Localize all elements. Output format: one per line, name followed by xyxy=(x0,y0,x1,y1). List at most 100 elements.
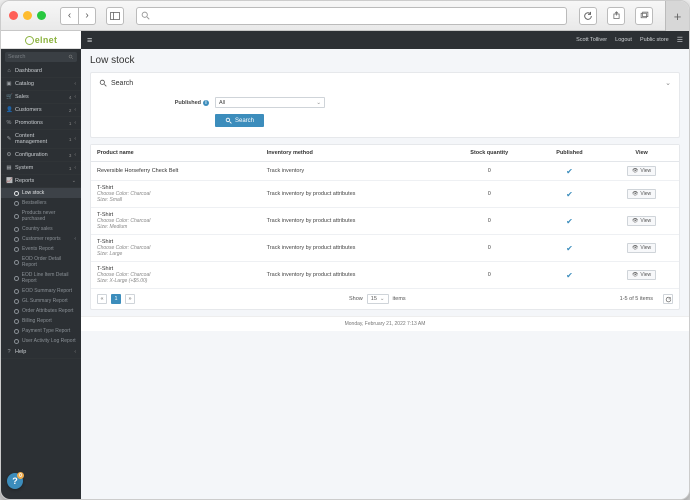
new-tab-button[interactable]: + xyxy=(665,1,689,31)
address-bar[interactable] xyxy=(136,7,567,25)
help-icon: ? xyxy=(6,349,12,355)
search-form: Publishedi All ⌄ Search xyxy=(91,93,679,137)
search-icon xyxy=(225,117,232,124)
sidebar-sub-eod-line-item-detail-report[interactable]: EOD Line Item Detail Report xyxy=(1,270,81,286)
search-button[interactable]: Search xyxy=(215,114,264,127)
sidebar-sub-country-sales[interactable]: Country sales xyxy=(1,224,81,234)
sidebar-item-reports[interactable]: 📈Reports⌄ xyxy=(1,175,81,188)
sidebar-sub-gl-summary-report[interactable]: GL Summary Report xyxy=(1,296,81,306)
sidebar-sub-label: Order Attributes Report xyxy=(22,308,73,314)
window-controls xyxy=(9,11,46,20)
sidebar-sub-label: Payment Type Report xyxy=(22,328,70,334)
col-stock-quantity: Stock quantity xyxy=(444,145,535,162)
reload-button[interactable] xyxy=(579,7,597,25)
bullet-icon xyxy=(14,276,19,281)
sidebar-item-configuration[interactable]: ⚙Configuration3‹ xyxy=(1,149,81,162)
menu-toggle-icon[interactable]: ≡ xyxy=(87,35,92,45)
sidebar-sub-eod-summary-report[interactable]: EOD Summary Report xyxy=(1,286,81,296)
cell-product: Reversible Horseferry Check Belt xyxy=(91,162,261,181)
sidebar-sub-label: Low stock xyxy=(22,190,44,196)
sidebar-item-help[interactable]: ? Help ‹ xyxy=(1,346,81,359)
chevron-down-icon: ⌄ xyxy=(316,100,321,106)
view-button[interactable]: 👁 View xyxy=(627,166,656,176)
minimize-window[interactable] xyxy=(23,11,32,20)
sidebar-item-content-management[interactable]: ✎Content management1‹ xyxy=(1,130,81,149)
topbar-logout[interactable]: Logout xyxy=(615,37,632,43)
sidebar-item-label: Promotions xyxy=(15,120,66,126)
forward-button[interactable]: › xyxy=(78,7,96,25)
sidebar-toggle-button[interactable] xyxy=(106,7,124,25)
bullet-icon xyxy=(14,260,19,265)
sidebar-item-label: Customers xyxy=(15,107,66,113)
cell-view: 👁 View xyxy=(604,235,679,262)
help-bubble[interactable]: ? 0 xyxy=(7,473,23,489)
chevron-left-icon: ‹ xyxy=(74,81,76,87)
sidebar-item-system[interactable]: ▦System1‹ xyxy=(1,162,81,175)
sidebar-sub-payment-type-report[interactable]: Payment Type Report xyxy=(1,326,81,336)
sidebar-item-sales[interactable]: 🛒Sales4‹ xyxy=(1,91,81,104)
chevron-left-icon: ‹ xyxy=(74,152,76,158)
sidebar-item-label: Dashboard xyxy=(15,68,76,74)
cell-published: ✔ xyxy=(535,181,605,208)
sidebar-item-catalog[interactable]: ▣Catalog‹ xyxy=(1,78,81,91)
page-size-select[interactable]: 15 ⌄ xyxy=(367,294,389,304)
view-button[interactable]: 👁 View xyxy=(627,270,656,280)
view-button[interactable]: 👁 View xyxy=(627,216,656,226)
cell-product: T-ShirtChoose Color: CharcoalSize: Large xyxy=(91,235,261,262)
cell-view: 👁 View xyxy=(604,262,679,289)
chevron-down-icon: ⌄ xyxy=(665,79,671,87)
tabs-button[interactable] xyxy=(635,7,653,25)
back-button[interactable]: ‹ xyxy=(60,7,78,25)
topbar-settings-icon[interactable]: ☰ xyxy=(677,36,683,44)
nav-icon: ⚙ xyxy=(6,152,12,158)
col-published: Published xyxy=(535,145,605,162)
eye-icon: 👁 xyxy=(632,218,638,224)
sidebar-item-label: Reports xyxy=(15,178,69,184)
sidebar-sub-events-report[interactable]: Events Report xyxy=(1,244,81,254)
published-select[interactable]: All ⌄ xyxy=(215,97,325,108)
search-card-header[interactable]: Search ⌄ xyxy=(91,73,679,93)
main: ≡ Scott Tolliver Logout Public store ☰ L… xyxy=(81,31,689,499)
maximize-window[interactable] xyxy=(37,11,46,20)
show-label: Show xyxy=(349,296,363,302)
chevron-left-icon: ‹ xyxy=(74,120,76,126)
sidebar-sub-label: Customer reports xyxy=(22,236,61,242)
sidebar-sub-customer-reports[interactable]: Customer reports‹ xyxy=(1,234,81,244)
eye-icon: 👁 xyxy=(632,272,638,278)
cell-qty: 0 xyxy=(444,162,535,181)
sidebar-sub-billing-report[interactable]: Billing Report xyxy=(1,316,81,326)
chevron-down-icon: ⌄ xyxy=(380,296,385,302)
chevron-left-icon: ‹ xyxy=(74,94,76,100)
page-1[interactable]: 1 xyxy=(111,294,121,304)
browser-toolbar: ‹ › + xyxy=(1,1,689,31)
table-row: T-ShirtChoose Color: CharcoalSize: X-Lar… xyxy=(91,262,679,289)
sidebar-sub-bestsellers[interactable]: Bestsellers xyxy=(1,198,81,208)
sidebar-sub-products-never-purchased[interactable]: Products never purchased xyxy=(1,208,81,224)
info-icon[interactable]: i xyxy=(203,100,209,106)
sidebar-sub-label: Products never purchased xyxy=(22,210,76,222)
topbar-user[interactable]: Scott Tolliver xyxy=(576,37,607,43)
page-prev[interactable]: « xyxy=(97,294,107,304)
page-title: Low stock xyxy=(81,49,689,72)
view-button[interactable]: 👁 View xyxy=(627,243,656,253)
sidebar-item-promotions[interactable]: %Promotions1‹ xyxy=(1,117,81,130)
page-next[interactable]: » xyxy=(125,294,135,304)
chevron-left-icon: ‹ xyxy=(74,107,76,113)
share-button[interactable] xyxy=(607,7,625,25)
sidebar-sub-user-activity-log-report[interactable]: User Activity Log Report xyxy=(1,336,81,346)
refresh-button[interactable] xyxy=(663,294,673,304)
sidebar-item-customers[interactable]: 👤Customers2‹ xyxy=(1,104,81,117)
sidebar-sub-low-stock[interactable]: Low stock xyxy=(1,188,81,198)
app: elnet Search ⌂Dashboard▣Catalog‹🛒Sales4‹… xyxy=(1,31,689,499)
bullet-icon xyxy=(14,247,19,252)
brand-logo: elnet xyxy=(1,31,81,49)
sidebar-sub-order-attributes-report[interactable]: Order Attributes Report xyxy=(1,306,81,316)
topbar-public-store[interactable]: Public store xyxy=(640,37,669,43)
sidebar-item-dashboard[interactable]: ⌂Dashboard xyxy=(1,65,81,78)
close-window[interactable] xyxy=(9,11,18,20)
sidebar-sub-label: EOD Order Detail Report xyxy=(22,256,76,268)
sidebar-search[interactable]: Search xyxy=(5,52,77,62)
view-button[interactable]: 👁 View xyxy=(627,189,656,199)
browser-window: ‹ › + elnet Search xyxy=(0,0,690,500)
sidebar-sub-eod-order-detail-report[interactable]: EOD Order Detail Report xyxy=(1,254,81,270)
